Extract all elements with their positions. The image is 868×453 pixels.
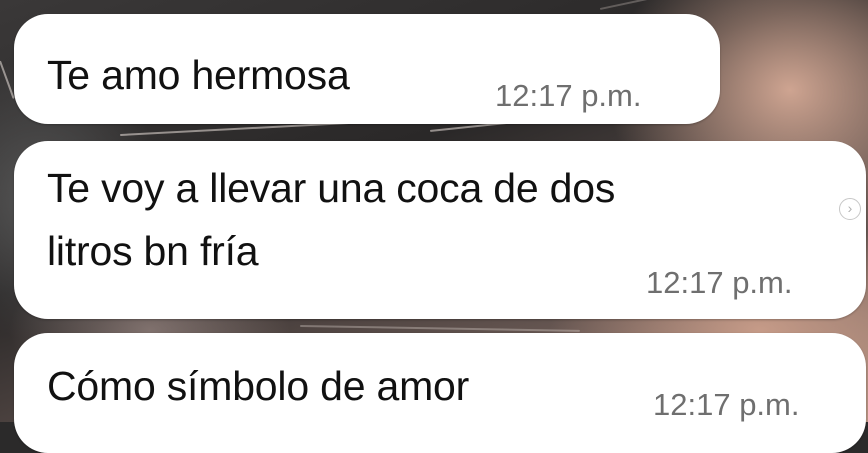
- message-timestamp: 12:17 p.m.: [495, 78, 642, 113]
- message-timestamp: 12:17 p.m.: [653, 387, 800, 422]
- message-text: Te amo hermosa: [47, 52, 350, 98]
- chevron-right-icon[interactable]: ›: [839, 198, 861, 220]
- message-bubble[interactable]: Te voy a llevar una coca de dos litros b…: [14, 141, 866, 319]
- message-timestamp: 12:17 p.m.: [646, 265, 793, 300]
- message-bubble[interactable]: Cómo símbolo de amor 12:17 p.m.: [14, 333, 866, 453]
- message-bubble[interactable]: Te amo hermosa 12:17 p.m.: [14, 14, 720, 124]
- message-text: Cómo símbolo de amor: [47, 363, 470, 409]
